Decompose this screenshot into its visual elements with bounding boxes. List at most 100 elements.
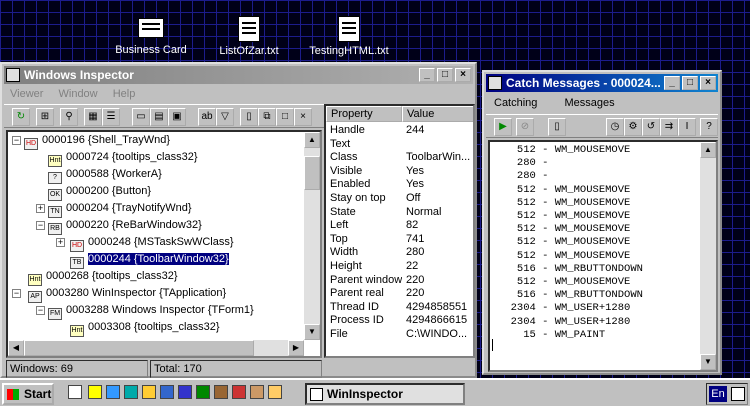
- menu-catching[interactable]: Catching: [494, 97, 537, 109]
- quicklaunch-filter-icon[interactable]: [142, 385, 156, 399]
- menu-viewer[interactable]: Viewer: [10, 88, 43, 100]
- property-value[interactable]: 741: [406, 233, 472, 247]
- export-icon[interactable]: ⇉: [660, 118, 678, 136]
- properties-grid[interactable]: Property Value Handle 244 Text Class Toolbar…: [324, 104, 475, 358]
- desktop-icon-business-card[interactable]: Business Card: [96, 18, 206, 56]
- message-row[interactable]: 512 - WM_MOUSEMOVE: [498, 236, 630, 249]
- property-value[interactable]: Yes: [406, 178, 472, 192]
- tree-item[interactable]: Hnt 0000268 {tooltips_class32}: [28, 268, 178, 286]
- desktop-icon-testinghtml[interactable]: TestingHTML.txt: [294, 16, 404, 57]
- quicklaunch-folder-icon[interactable]: [268, 385, 282, 399]
- scroll-down-icon[interactable]: ▼: [304, 324, 320, 340]
- close-button[interactable]: ×: [455, 68, 471, 82]
- quicklaunch-book-icon[interactable]: [214, 385, 228, 399]
- tree-item[interactable]: AP 0003280 WinInspector {TApplication}: [28, 285, 226, 303]
- collapse-icon[interactable]: −: [36, 221, 45, 230]
- scroll-right-icon[interactable]: ▶: [288, 340, 304, 356]
- menu-messages[interactable]: Messages: [564, 97, 614, 109]
- message-row[interactable]: 516 - WM_RBUTTONDOWN: [498, 289, 643, 302]
- property-value[interactable]: Off: [406, 192, 472, 206]
- property-value[interactable]: 22: [406, 260, 472, 274]
- tree-item[interactable]: TN 0000204 {TrayNotifyWnd}: [48, 200, 192, 218]
- language-indicator[interactable]: En: [709, 386, 727, 402]
- message-row[interactable]: 512 - WM_MOUSEMOVE: [498, 210, 630, 223]
- tree-item[interactable]: OK 0000200 {Button}: [48, 183, 151, 201]
- window-tree[interactable]: − HD 0000196 {Shell_TrayWnd} Hnt 0000724 {…: [6, 130, 322, 358]
- maximize-button[interactable]: □: [437, 68, 453, 82]
- text-cursor-icon[interactable]: I: [678, 118, 696, 136]
- scroll-up-icon[interactable]: ▲: [700, 142, 716, 158]
- message-row[interactable]: 2304 - WM_USER+1280: [498, 316, 631, 329]
- tree-vertical-scrollbar[interactable]: ▲ ▼: [304, 132, 320, 340]
- tree-item-selected[interactable]: TB 0000244 {ToolbarWindow32}: [70, 251, 230, 269]
- tree-item[interactable]: Hnt 0000724 {tooltips_class32}: [48, 149, 198, 167]
- property-value[interactable]: 220: [406, 287, 472, 301]
- hierarchy-icon[interactable]: ⊞: [36, 108, 54, 126]
- start-button[interactable]: Start: [2, 383, 54, 405]
- message-row[interactable]: 512 - WM_MOUSEMOVE: [498, 223, 630, 236]
- inspector-titlebar[interactable]: Windows Inspector _ □ ×: [4, 66, 473, 84]
- scroll-down-icon[interactable]: ▼: [700, 354, 716, 370]
- tree-item[interactable]: FM 0003288 Windows Inspector {TForm1}: [48, 302, 254, 320]
- restore-icon[interactable]: ⧉: [258, 108, 276, 126]
- message-row[interactable]: 15 - WM_PAINT: [498, 329, 605, 342]
- desktop-icon-listofzar[interactable]: ListOfZar.txt: [194, 16, 304, 57]
- message-row[interactable]: 280 -: [498, 157, 549, 170]
- property-value[interactable]: 280: [406, 246, 472, 260]
- expand-icon[interactable]: +: [36, 204, 45, 213]
- message-row[interactable]: 512 - WM_MOUSEMOVE: [498, 250, 630, 263]
- property-value[interactable]: C:\WINDO...: [406, 328, 472, 342]
- property-value[interactable]: 244: [406, 124, 472, 138]
- scroll-thumb[interactable]: [304, 156, 320, 190]
- value-column-header[interactable]: Value: [402, 106, 473, 122]
- property-value[interactable]: ToolbarWin...: [406, 151, 472, 165]
- scroll-left-icon[interactable]: ◀: [8, 340, 24, 356]
- messages-vertical-scrollbar[interactable]: ▲ ▼: [700, 142, 716, 370]
- tree-item[interactable]: RB 0000220 {ReBarWindow32}: [48, 217, 202, 235]
- collapse-icon[interactable]: −: [36, 306, 45, 315]
- message-row[interactable]: 512 - WM_MOUSEMOVE: [498, 184, 630, 197]
- minimize-button[interactable]: _: [419, 68, 435, 82]
- message-row[interactable]: 512 - WM_MOUSEMOVE: [498, 197, 630, 210]
- quicklaunch-red-icon[interactable]: [232, 385, 246, 399]
- minimize-button[interactable]: _: [664, 76, 680, 90]
- timer-icon[interactable]: ◷: [606, 118, 624, 136]
- settings-icon[interactable]: ⚙: [624, 118, 642, 136]
- window-list-icon[interactable]: ▯: [240, 108, 258, 126]
- filter-icon[interactable]: ▽: [216, 108, 234, 126]
- tree-item[interactable]: HD 0000248 {MSTaskSwWClass}: [70, 234, 234, 252]
- collapse-icon[interactable]: −: [12, 136, 21, 145]
- play-icon[interactable]: ▶: [494, 118, 512, 136]
- message-row[interactable]: 280 -: [498, 170, 549, 183]
- menu-help[interactable]: Help: [113, 88, 136, 100]
- close-small-icon[interactable]: ×: [294, 108, 312, 126]
- refresh-icon[interactable]: ↺: [642, 118, 660, 136]
- property-column-header[interactable]: Property: [326, 106, 402, 122]
- quicklaunch-desktop-icon[interactable]: [68, 385, 82, 399]
- property-value[interactable]: Yes: [406, 165, 472, 179]
- quicklaunch-network-icon[interactable]: [124, 385, 138, 399]
- message-row[interactable]: 512 - WM_MOUSEMOVE: [498, 276, 630, 289]
- scroll-up-icon[interactable]: ▲: [304, 132, 320, 148]
- find-icon[interactable]: ⚲: [60, 108, 78, 126]
- stop-icon[interactable]: ⊘: [516, 118, 534, 136]
- menu-window[interactable]: Window: [59, 88, 98, 100]
- tree-item[interactable]: HD 0000196 {Shell_TrayWnd}: [24, 132, 170, 150]
- tree-horizontal-scrollbar[interactable]: ◀ ▶: [8, 340, 304, 356]
- quicklaunch-pencil-icon[interactable]: [88, 385, 102, 399]
- property-value[interactable]: 220: [406, 274, 472, 288]
- property-value[interactable]: 4294866615: [406, 314, 472, 328]
- tray-app-icon[interactable]: [731, 387, 745, 401]
- message-row[interactable]: 2304 - WM_USER+1280: [498, 302, 631, 315]
- quicklaunch-people-icon[interactable]: [250, 385, 264, 399]
- window-alt-icon[interactable]: ▤: [150, 108, 168, 126]
- quicklaunch-save-icon[interactable]: [178, 385, 192, 399]
- clear-icon[interactable]: ▯: [548, 118, 566, 136]
- quicklaunch-green-icon[interactable]: [196, 385, 210, 399]
- message-row[interactable]: 516 - WM_RBUTTONDOWN: [498, 263, 643, 276]
- expand-icon[interactable]: +: [56, 238, 65, 247]
- window-icon[interactable]: ▭: [132, 108, 150, 126]
- property-value[interactable]: 4294858551: [406, 301, 472, 315]
- help-icon[interactable]: ?: [700, 118, 718, 136]
- edit-icon[interactable]: ab: [198, 108, 216, 126]
